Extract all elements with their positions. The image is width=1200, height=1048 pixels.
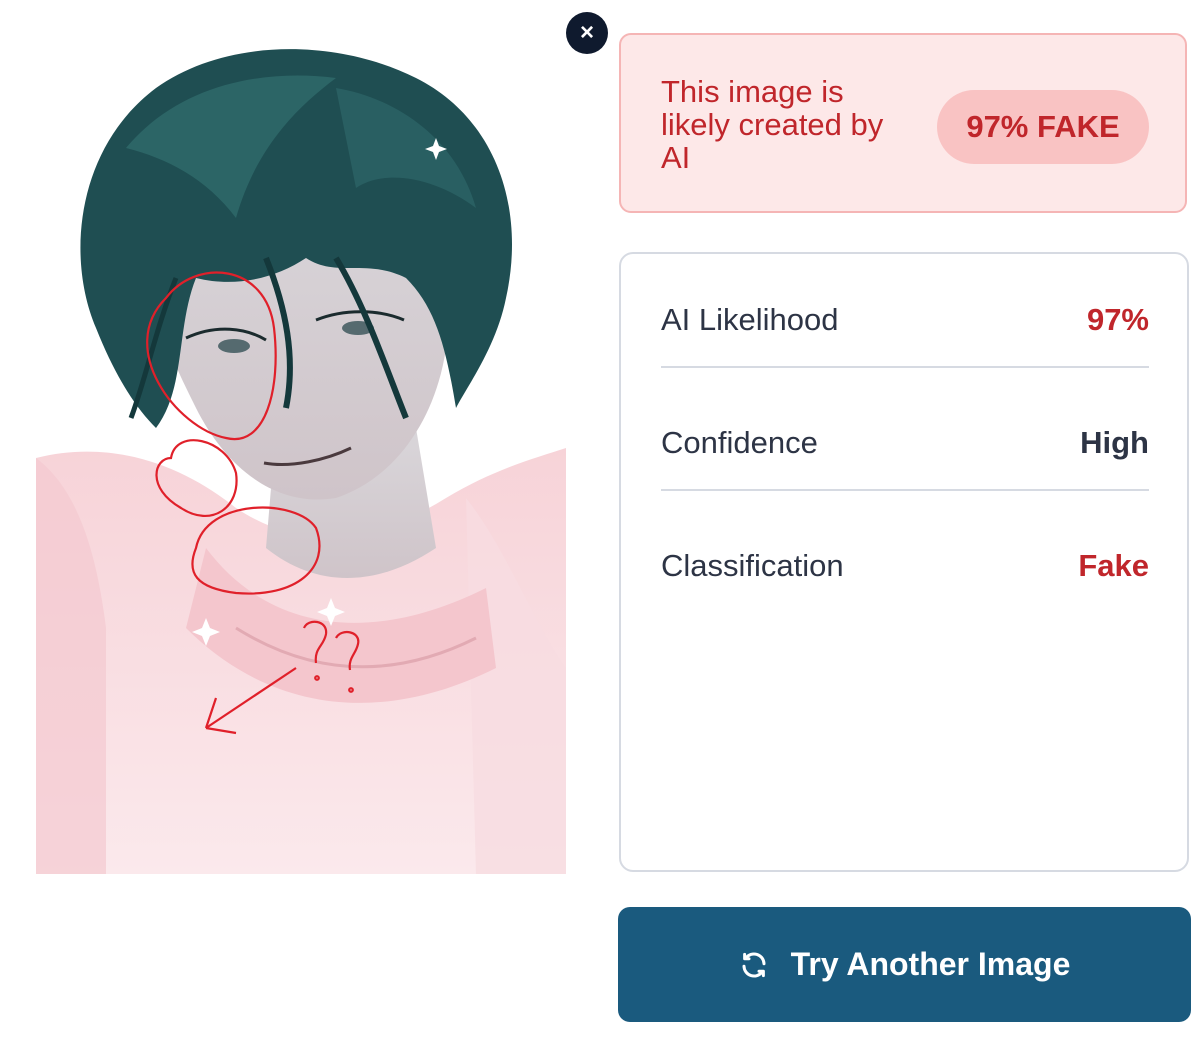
stat-value: 97% [1086,302,1149,337]
stat-row-ai-likelihood: AI Likelihood 97% [661,294,1149,346]
close-icon: × [579,19,594,46]
divider [661,366,1149,368]
fake-score-badge: 97% FAKE [937,90,1149,164]
stat-label: Confidence [661,425,818,460]
refresh-icon [739,950,769,980]
stat-row-classification: Classification Fake [661,540,1149,592]
verdict-message: This image is likely created by AI [661,74,884,175]
verdict-card: This image is likely created by AI 97% F… [619,33,1187,213]
close-button[interactable]: × [566,12,608,54]
try-another-image-button[interactable]: Try Another Image [618,907,1191,1022]
stat-label: Classification [661,548,844,583]
stat-value: High [1080,425,1149,460]
divider [661,489,1149,491]
analysis-stats-card: AI Likelihood 97% Confidence High Classi… [619,252,1189,872]
stat-value: Fake [1078,548,1149,583]
analyzed-image [36,28,566,874]
stat-label: AI Likelihood [661,302,839,337]
try-button-label: Try Another Image [790,946,1071,982]
stat-row-confidence: Confidence High [661,417,1149,469]
